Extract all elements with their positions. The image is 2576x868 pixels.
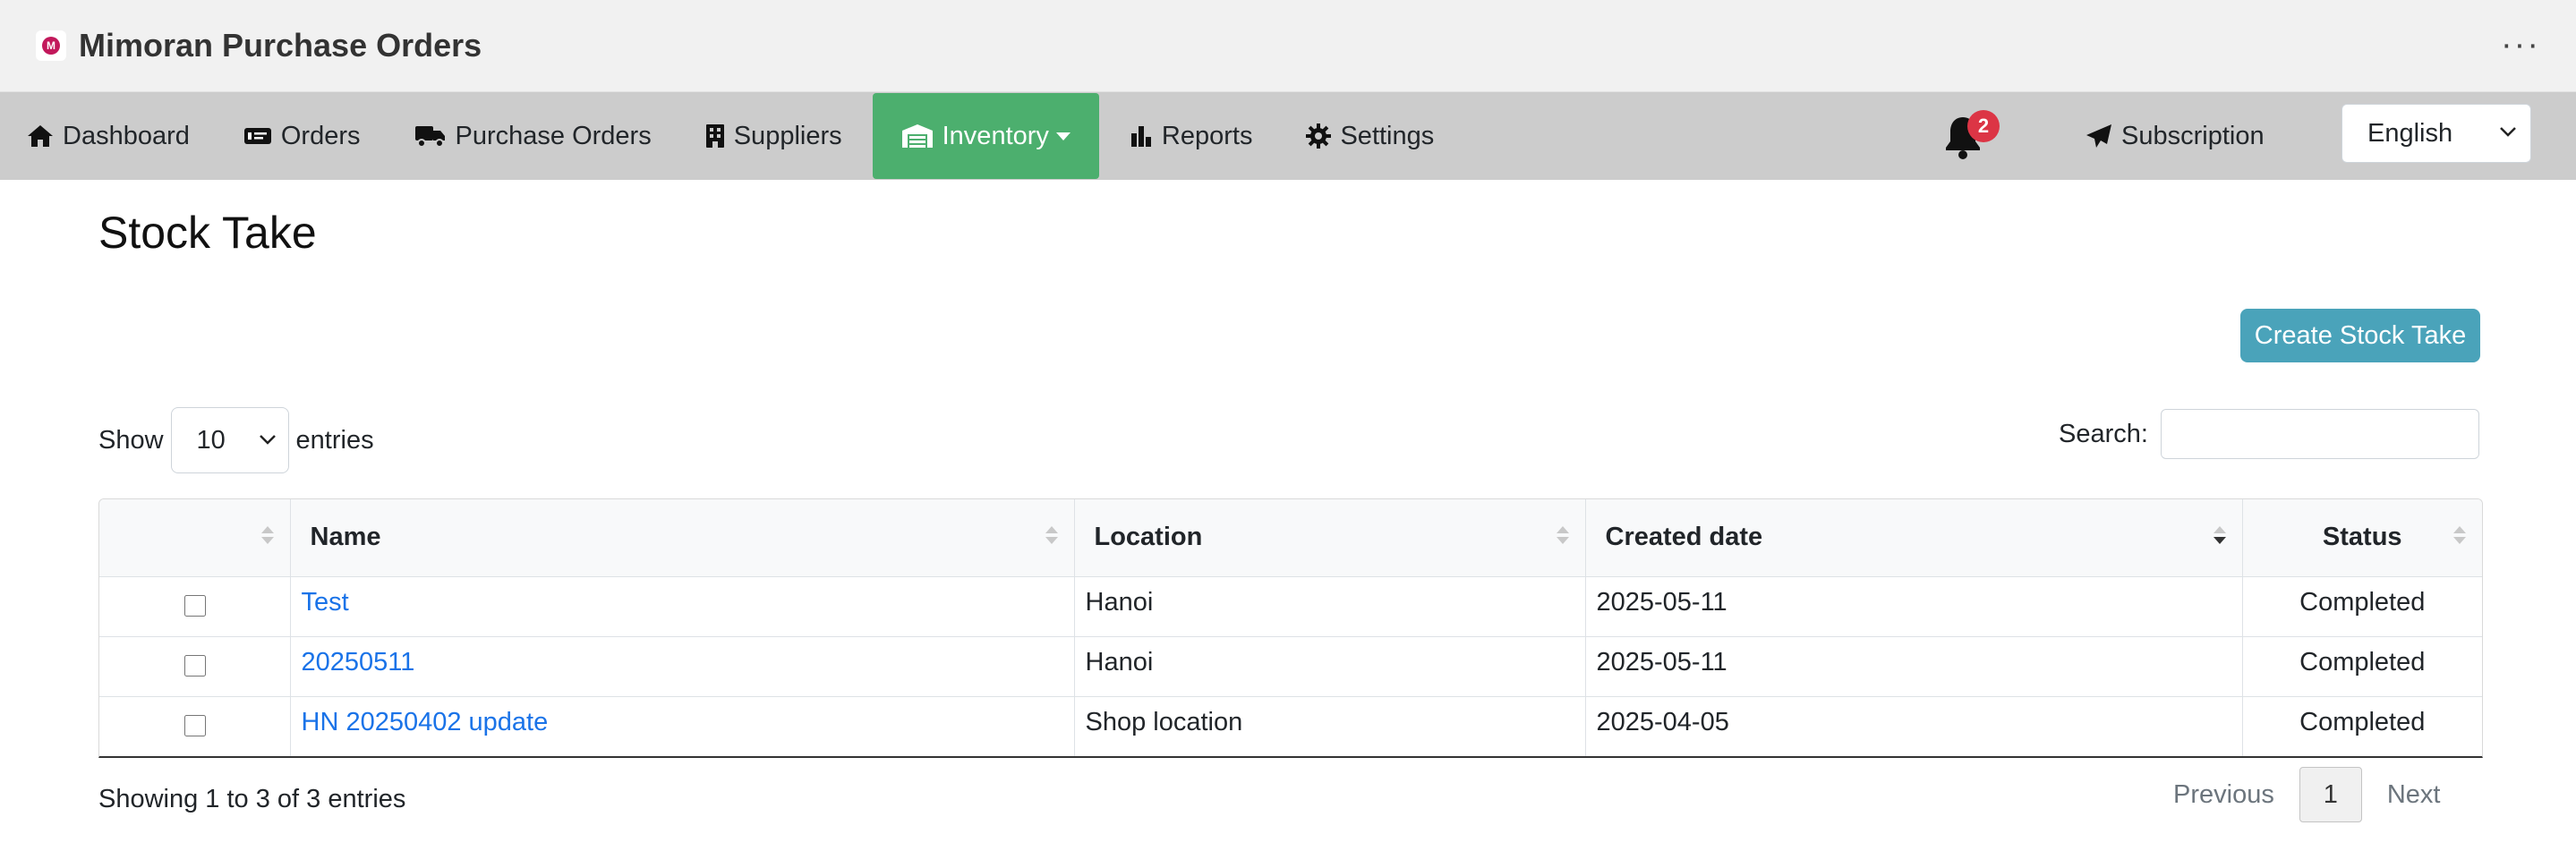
gear-icon bbox=[1306, 123, 1332, 149]
created-date-cell: 2025-05-11 bbox=[1585, 635, 2243, 696]
app-title: Mimoran Purchase Orders bbox=[79, 27, 482, 64]
bar-chart-icon bbox=[1130, 126, 1151, 147]
sort-icon bbox=[260, 526, 274, 544]
nav-purchase-orders[interactable]: Purchase Orders bbox=[388, 93, 678, 179]
nav-inventory[interactable]: Inventory bbox=[872, 93, 1099, 179]
notifications-button[interactable]: 2 bbox=[1942, 110, 2000, 165]
search-control: Search: bbox=[2059, 409, 2479, 459]
nav-inventory-label: Inventory bbox=[942, 121, 1049, 150]
entries-select[interactable]: 10 bbox=[170, 407, 289, 473]
stock-take-table: Name Location Created date Status Test H… bbox=[98, 498, 2483, 758]
row-checkbox[interactable] bbox=[183, 654, 206, 677]
next-page-button[interactable]: Next bbox=[2362, 780, 2466, 810]
nav-dashboard[interactable]: Dashboard bbox=[0, 93, 217, 179]
page-title: Stock Take bbox=[98, 208, 317, 258]
show-label: Show bbox=[98, 425, 164, 455]
previous-page-button[interactable]: Previous bbox=[2148, 780, 2299, 810]
nav-reports[interactable]: Reports bbox=[1103, 93, 1280, 179]
search-input[interactable] bbox=[2160, 409, 2479, 459]
sort-icon bbox=[1556, 526, 1569, 544]
entries-label: entries bbox=[295, 425, 374, 455]
nav-suppliers[interactable]: Suppliers bbox=[678, 93, 869, 179]
page-1-button[interactable]: 1 bbox=[2299, 767, 2362, 822]
language-select[interactable]: English bbox=[2341, 104, 2531, 163]
nav-reports-label: Reports bbox=[1161, 121, 1253, 150]
more-options-icon[interactable]: ··· bbox=[2501, 28, 2540, 62]
column-header-created-date[interactable]: Created date bbox=[1585, 499, 2243, 576]
sort-icon bbox=[2453, 526, 2466, 544]
language-selected: English bbox=[2367, 118, 2453, 148]
home-icon bbox=[28, 125, 53, 147]
nav-suppliers-label: Suppliers bbox=[733, 121, 842, 150]
chevron-down-icon bbox=[2500, 127, 2516, 137]
status-cell: Completed bbox=[2242, 635, 2482, 696]
table-row: 20250511 Hanoi 2025-05-11 Completed bbox=[99, 635, 2482, 696]
pagination: Previous 1 Next bbox=[2148, 767, 2465, 822]
column-header-select[interactable] bbox=[99, 499, 291, 576]
status-cell: Completed bbox=[2242, 695, 2482, 756]
table-row: HN 20250402 update Shop location 2025-04… bbox=[99, 695, 2482, 756]
location-cell: Hanoi bbox=[1074, 635, 1586, 696]
warehouse-icon bbox=[901, 124, 933, 148]
stock-take-link[interactable]: Test bbox=[302, 588, 349, 617]
nav-orders-label: Orders bbox=[280, 121, 361, 150]
create-stock-take-button[interactable]: Create Stock Take bbox=[2240, 309, 2480, 362]
location-cell: Shop location bbox=[1074, 695, 1586, 756]
app-logo: M bbox=[36, 30, 66, 61]
stock-take-link[interactable]: 20250511 bbox=[302, 648, 415, 677]
table-header-row: Name Location Created date Status bbox=[99, 499, 2482, 576]
nav-settings[interactable]: Settings bbox=[1279, 93, 1461, 179]
logo-mark-icon: M bbox=[42, 37, 60, 55]
entries-length-control: Show 10 entries bbox=[98, 407, 374, 473]
nav-settings-label: Settings bbox=[1340, 121, 1435, 150]
row-checkbox[interactable] bbox=[183, 594, 206, 617]
row-checkbox[interactable] bbox=[183, 714, 206, 736]
entries-selected: 10 bbox=[196, 425, 226, 455]
sort-icon bbox=[1045, 526, 1058, 544]
created-date-cell: 2025-05-11 bbox=[1585, 575, 2243, 636]
column-header-status[interactable]: Status bbox=[2242, 499, 2482, 576]
column-header-location[interactable]: Location bbox=[1074, 499, 1586, 576]
nav-purchase-orders-label: Purchase Orders bbox=[455, 121, 652, 150]
created-date-cell: 2025-04-05 bbox=[1585, 695, 2243, 756]
table-row: Test Hanoi 2025-05-11 Completed bbox=[99, 575, 2482, 636]
main-navbar: Dashboard Orders Purchase Orders Supplie… bbox=[0, 92, 2576, 180]
table-info: Showing 1 to 3 of 3 entries bbox=[98, 785, 406, 813]
chevron-down-icon bbox=[259, 435, 276, 445]
nav-subscription-label: Subscription bbox=[2121, 121, 2265, 150]
search-label: Search: bbox=[2059, 419, 2148, 448]
nav-subscription[interactable]: Subscription bbox=[2086, 92, 2265, 180]
nav-orders[interactable]: Orders bbox=[217, 93, 388, 179]
column-header-name[interactable]: Name bbox=[290, 499, 1075, 576]
title-bar: M Mimoran Purchase Orders ··· bbox=[0, 0, 2576, 92]
building-icon bbox=[705, 124, 724, 148]
sort-desc-icon bbox=[2213, 526, 2226, 544]
money-check-icon bbox=[243, 128, 271, 144]
truck-icon bbox=[414, 126, 445, 148]
status-cell: Completed bbox=[2242, 575, 2482, 636]
stock-take-link[interactable]: HN 20250402 update bbox=[302, 708, 549, 736]
caret-down-icon bbox=[1055, 132, 1070, 140]
paper-plane-icon bbox=[2086, 124, 2111, 148]
location-cell: Hanoi bbox=[1074, 575, 1586, 636]
notification-badge: 2 bbox=[1967, 110, 2000, 142]
nav-dashboard-label: Dashboard bbox=[63, 121, 190, 150]
